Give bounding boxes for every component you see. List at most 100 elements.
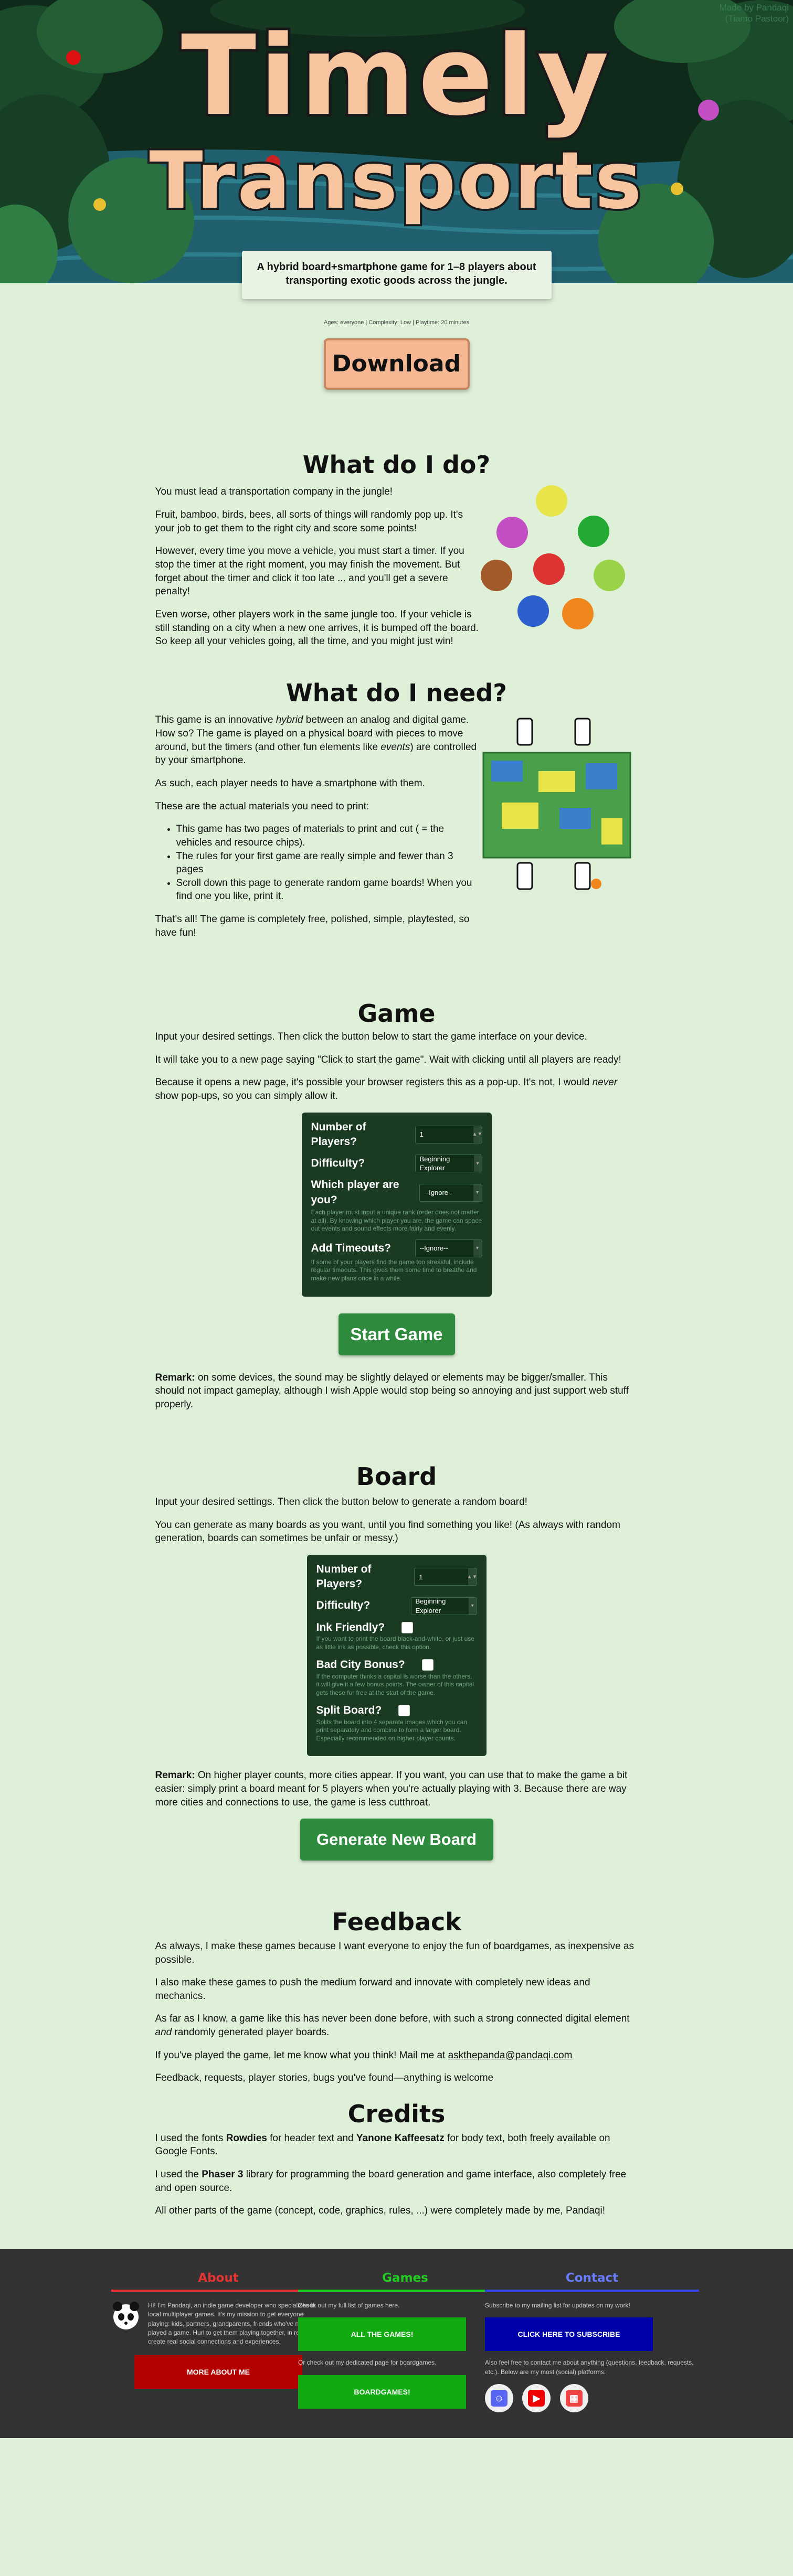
paragraph: You must lead a transportation company i… <box>155 486 393 498</box>
footer-games: Games Check out my full list of games he… <box>298 2270 512 2409</box>
footer-text: Or check out my dedicated page for board… <box>298 2359 437 2367</box>
divider <box>111 2289 325 2292</box>
what-do-i-do-section: What do I do? You must lead a transporta… <box>155 452 638 658</box>
player-rank-select[interactable]: --Ignore-- ▾ <box>419 1183 482 1202</box>
logo-line-1: Timely <box>178 12 612 140</box>
footer-heading: Contact <box>565 2271 619 2285</box>
store-icon[interactable]: ▦ <box>559 2384 588 2413</box>
setting-label: Bad City Bonus? <box>316 1659 405 1671</box>
paragraph: I used the Phaser 3 library for programm… <box>155 2168 627 2194</box>
resource-icons-illustration <box>480 485 638 657</box>
tree-icon <box>593 560 625 592</box>
paragraph: As always, I make these games because I … <box>155 1940 635 1965</box>
paragraph: This game is an innovative hybrid betwee… <box>155 714 477 766</box>
phone-icon <box>574 718 590 746</box>
paragraph: These are the actual materials you need … <box>155 800 369 812</box>
setting-label: Number of Players? <box>311 1120 366 1148</box>
setting-help: Splits the board into 4 separate images … <box>316 1718 468 1742</box>
start-game-button[interactable]: Start Game <box>338 1313 455 1355</box>
setting-help: If you want to print the board black-and… <box>316 1634 475 1651</box>
board-section: Board Input your desired settings. Then … <box>155 1463 638 1861</box>
bamboo-icon <box>480 560 512 592</box>
email-link[interactable]: askthepanda@pandaqi.com <box>448 2050 573 2061</box>
made-by-line[interactable]: Made by Pandaqi <box>720 2 789 13</box>
credits-section: Credits I used the fonts Rowdies for hea… <box>155 2101 638 2218</box>
difficulty-select[interactable]: Beginning Explorer ▾ <box>415 1155 482 1173</box>
divider <box>485 2289 699 2292</box>
frog-icon <box>577 516 609 548</box>
more-about-me-button[interactable]: MORE ABOUT ME <box>134 2355 302 2389</box>
paragraph: Input your desired settings. Then click … <box>155 1497 527 1508</box>
remark: Remark: on some devices, the sound may b… <box>155 1372 629 1410</box>
youtube-icon[interactable]: ▶ <box>522 2384 551 2413</box>
list-item: This game has two pages of materials to … <box>176 822 481 849</box>
bird-icon <box>533 553 565 585</box>
board-and-phones-illustration <box>481 713 638 949</box>
panda-avatar <box>111 2301 148 2347</box>
tagline-card: A hybrid board+smartphone game for 1–8 p… <box>241 251 552 299</box>
section-heading: Feedback <box>332 1908 461 1937</box>
divider <box>298 2289 512 2292</box>
ink-friendly-checkbox[interactable] <box>401 1621 414 1633</box>
player-count-stepper[interactable]: 1 ▲▼ <box>415 1125 482 1143</box>
tagline: A hybrid board+smartphone game for 1–8 p… <box>257 261 536 286</box>
materials-list: This game has two pages of materials to … <box>176 822 481 903</box>
what-do-i-need-section: What do I need? This game is an innovati… <box>155 680 638 949</box>
footer-text: Subscribe to my mailing list for updates… <box>485 2301 630 2309</box>
setting-label: Which player are you? <box>311 1179 399 1206</box>
footer-text: Also feel free to contact me about anyth… <box>485 2359 694 2376</box>
discord-icon[interactable]: ☺ <box>485 2384 513 2413</box>
setting-label: Difficulty? <box>316 1599 371 1612</box>
paragraph: However, every time you move a vehicle, … <box>155 546 464 597</box>
footer-text: Check out my full list of games here. <box>298 2301 400 2309</box>
footer-heading: Games <box>382 2271 428 2285</box>
difficulty-select[interactable]: Beginning Explorer ▾ <box>410 1597 477 1615</box>
game-logo: Timely Transports <box>0 12 793 223</box>
bad-city-bonus-checkbox[interactable] <box>421 1659 433 1671</box>
split-board-checkbox[interactable] <box>398 1705 410 1717</box>
paragraph: You can generate as many boards as you w… <box>155 1519 620 1544</box>
section-heading: Credits <box>347 2100 446 2129</box>
all-games-button[interactable]: ALL THE GAMES! <box>298 2317 466 2351</box>
setting-help: Each player must input a unique rank (or… <box>311 1208 482 1233</box>
paragraph: Fruit, bamboo, birds, bees, all sorts of… <box>155 509 463 534</box>
paragraph: I used the fonts Rowdies for header text… <box>155 2132 610 2157</box>
board-settings-panel: Number of Players? 1 ▲▼ Difficulty? Begin… <box>306 1554 487 1757</box>
phone-icon <box>516 718 533 746</box>
paragraph: Input your desired settings. Then click … <box>155 1031 587 1042</box>
setting-label: Number of Players? <box>316 1563 372 1590</box>
generate-board-button[interactable]: Generate New Board <box>300 1819 493 1861</box>
setting-label: Difficulty? <box>311 1157 365 1170</box>
timeouts-select[interactable]: --Ignore-- ▾ <box>415 1239 482 1257</box>
paragraph: As far as I know, a game like this has n… <box>155 2013 630 2038</box>
section-heading: Game <box>357 999 436 1028</box>
setting-help: If some of your players find the game to… <box>311 1258 477 1282</box>
paragraph: That's all! The game is completely free,… <box>155 914 470 938</box>
fruit-icon <box>496 517 528 549</box>
footer-heading: About <box>198 2271 239 2285</box>
remark: Remark: On higher player counts, more ci… <box>155 1770 628 1808</box>
footer-about: About Hi! I'm Pandaqi, an indie game dev… <box>111 2270 325 2389</box>
paragraph: Feedback, requests, player stories, bugs… <box>155 2072 494 2084</box>
list-item: The rules for your first game are really… <box>176 850 481 877</box>
bee-icon <box>562 598 594 630</box>
section-heading: What do I do? <box>302 450 491 479</box>
section-heading: What do I need? <box>286 678 507 707</box>
subscribe-button[interactable]: CLICK HERE TO SUBSCRIBE <box>485 2317 653 2351</box>
footer-contact: Contact Subscribe to my mailing list for… <box>485 2270 699 2413</box>
paragraph: I also make these games to push the medi… <box>155 1977 590 2002</box>
banana-icon <box>535 485 567 517</box>
game-meta: Ages: everyone | Complexity: Low | Playt… <box>323 319 470 326</box>
player-count-stepper[interactable]: 1 ▲▼ <box>414 1568 477 1586</box>
download-button[interactable]: Download <box>323 338 470 390</box>
phone-icon <box>574 862 590 890</box>
paragraph: As such, each player needs to have a sma… <box>155 778 425 789</box>
paragraph: Because it opens a new page, it's possib… <box>155 1077 618 1102</box>
header-banner: Made by Pandaqi (Tiamo Pastoor) Timely T… <box>0 0 793 283</box>
feather-icon <box>517 595 549 627</box>
boardgames-button[interactable]: BOARDGAMES! <box>298 2375 466 2409</box>
setting-label: Add Timeouts? <box>311 1242 391 1254</box>
game-settings-panel: Number of Players? 1 ▲▼ Difficulty? Begin… <box>301 1112 492 1297</box>
paragraph: Even worse, other players work in the sa… <box>155 608 479 647</box>
phone-icon <box>516 862 533 890</box>
